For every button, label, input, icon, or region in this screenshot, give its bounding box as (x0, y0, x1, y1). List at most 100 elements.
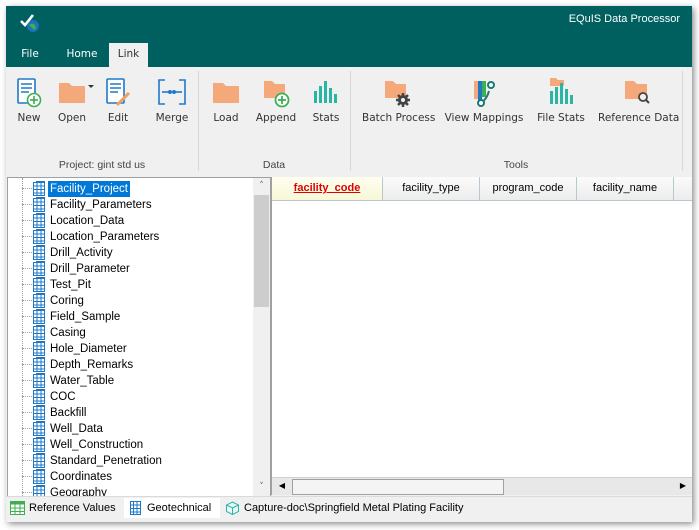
tree-item[interactable]: Test_Pit (8, 277, 252, 293)
load-button[interactable]: Load (208, 77, 244, 129)
column-header-facility-name[interactable]: facility_name (577, 177, 674, 201)
tree-item[interactable]: COC (8, 389, 252, 405)
column-header-filler (674, 177, 692, 201)
column-header-facility-type[interactable]: facility_type (383, 177, 480, 201)
view-mappings-button[interactable]: View Mappings (444, 77, 524, 129)
tree-item[interactable]: Standard_Penetration (8, 453, 252, 469)
merge-button[interactable]: Merge (152, 77, 192, 129)
table-icon (33, 277, 45, 292)
grid-horizontal-scrollbar[interactable]: ◀ ▶ (272, 477, 692, 495)
table-icon (33, 197, 45, 212)
scroll-right-icon[interactable]: ▶ (675, 478, 691, 494)
tree-item-label: Coordinates (50, 471, 113, 483)
scroll-thumb[interactable] (292, 479, 504, 495)
tab-link[interactable]: Link (109, 43, 148, 67)
cube-icon (226, 501, 239, 515)
tree-item[interactable]: Well_Construction (8, 437, 252, 453)
title-bar: EQuIS Data Processor File Home Link (6, 6, 692, 67)
table-icon (33, 405, 45, 420)
tree-vertical-scrollbar[interactable]: ˄ ˅ (253, 178, 270, 496)
table-icon (33, 325, 45, 340)
tab-label: Reference Values (29, 502, 116, 514)
batch-process-button[interactable]: Batch Process (362, 77, 436, 129)
app-logo-icon (20, 14, 39, 32)
tree-item[interactable]: Coordinates (8, 469, 252, 485)
table-tree[interactable]: Facility_Project Facility_Parameters Locat… (7, 177, 271, 497)
button-label: View Mappings (444, 112, 524, 124)
tree-item-label: Drill_Activity (50, 247, 113, 259)
tab-home[interactable]: Home (62, 43, 102, 67)
folder-icon (59, 83, 85, 103)
tab-label: Geotechnical (147, 502, 212, 514)
scroll-up-icon[interactable]: ˄ (253, 178, 270, 195)
tree-item[interactable]: Drill_Activity (8, 245, 252, 261)
scroll-down-icon[interactable]: ˅ (253, 479, 270, 496)
scroll-thumb[interactable] (254, 195, 269, 307)
tree-item-label: Drill_Parameter (50, 263, 130, 275)
tree-item-label: Standard_Penetration (50, 455, 162, 467)
open-button[interactable]: Open (52, 77, 92, 129)
table-icon (33, 469, 45, 484)
button-label: Reference Data (598, 112, 680, 124)
group-label-tools: Tools (503, 159, 529, 171)
table-icon (130, 501, 141, 515)
button-label: Edit (107, 112, 129, 124)
new-button[interactable]: New (10, 77, 48, 129)
folder-search-icon (625, 81, 650, 104)
open-dropdown-arrow[interactable] (88, 85, 94, 88)
tree-item-label: Well_Data (50, 423, 103, 435)
button-label: Batch Process (362, 112, 436, 124)
window-title: EQuIS Data Processor (568, 13, 680, 25)
ribbon: New Open Edit Merge Project: gint std us… (6, 67, 692, 178)
group-separator (350, 71, 351, 171)
tree-item[interactable]: Location_Parameters (8, 229, 252, 245)
button-label: Append (255, 112, 297, 124)
tree-item[interactable]: Well_Data (8, 421, 252, 437)
tree-item[interactable]: Facility_Parameters (8, 197, 252, 213)
tab-file[interactable]: File (14, 43, 46, 67)
tree-item[interactable]: Water_Table (8, 373, 252, 389)
tree-item-label: Hole_Diameter (50, 343, 127, 355)
tab-capture-doc[interactable]: Capture-doc\Springfield Metal Plating Fa… (221, 498, 471, 518)
tab-reference-values[interactable]: Reference Values (6, 498, 123, 518)
append-button[interactable]: Append (254, 77, 298, 129)
tree-item[interactable]: Casing (8, 325, 252, 341)
tree-item[interactable]: Backfill (8, 405, 252, 421)
table-icon (33, 245, 45, 260)
table-icon (33, 309, 45, 324)
edit-button[interactable]: Edit (100, 77, 136, 129)
tab-label: Home (66, 48, 98, 60)
button-label: Load (213, 112, 239, 124)
new-document-icon (17, 78, 42, 108)
tree-item-label: Depth_Remarks (50, 359, 134, 371)
scroll-left-icon[interactable]: ◀ (274, 478, 290, 494)
tab-geotechnical[interactable]: Geotechnical (124, 498, 220, 518)
tree-item[interactable]: Field_Sample (8, 309, 252, 325)
reference-data-button[interactable]: Reference Data (598, 77, 680, 129)
tree-item-label: Location_Data (50, 215, 125, 227)
tree-item-label: Field_Sample (50, 311, 121, 323)
folder-icon (213, 83, 239, 103)
tree-item[interactable]: Coring (8, 293, 252, 309)
tree-item-label: Facility_Parameters (50, 199, 152, 211)
data-grid[interactable]: facility_code facility_type program_code… (271, 177, 692, 495)
tree-item[interactable]: Drill_Parameter (8, 261, 252, 277)
tree-item-label: Well_Construction (50, 439, 144, 451)
file-stats-button[interactable]: File Stats (536, 77, 586, 129)
tree-item[interactable]: Facility_Project (8, 181, 252, 197)
merge-icon (158, 79, 186, 105)
bar-chart-icon (314, 81, 337, 103)
table-icon (33, 261, 45, 276)
column-header-facility-code[interactable]: facility_code (272, 177, 383, 201)
column-header-program-code[interactable]: program_code (480, 177, 577, 201)
tree-item[interactable]: Hole_Diameter (8, 341, 252, 357)
tree-item-label: Backfill (50, 407, 87, 419)
table-icon (10, 501, 25, 515)
button-label: Open (57, 112, 87, 124)
group-separator (198, 71, 199, 171)
tab-label: File (21, 48, 39, 60)
stats-button[interactable]: Stats (308, 77, 344, 129)
app-window: EQuIS Data Processor File Home Link New … (6, 6, 692, 522)
tree-item[interactable]: Depth_Remarks (8, 357, 252, 373)
tree-item[interactable]: Location_Data (8, 213, 252, 229)
